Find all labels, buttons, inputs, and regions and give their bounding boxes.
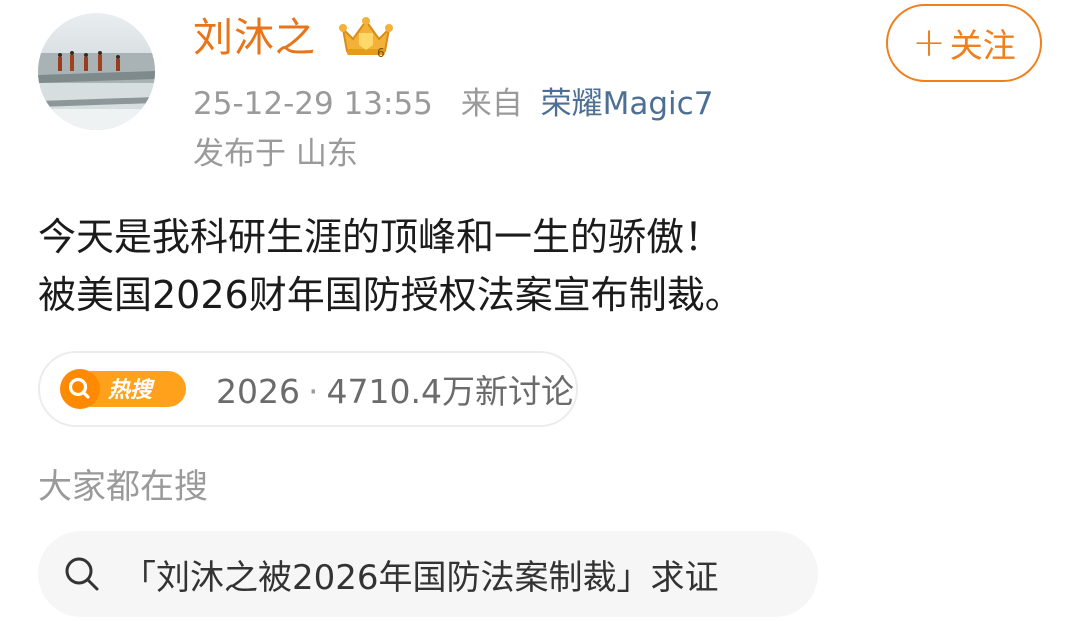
hot-search-discussion: 4710.4万新讨论 (326, 372, 574, 411)
hot-search-badge-label: 热搜 (107, 378, 155, 403)
related-search-text: 「刘沐之被2026年国防法案制裁」求证 (122, 557, 719, 598)
author-name[interactable]: 刘沐之 (193, 10, 316, 66)
post-text-line: 今天是我科研生涯的顶峰和一生的骄傲！ (38, 215, 723, 259)
from-label: 来自 (460, 86, 523, 122)
post-meta: 25-12-29 13:55 来自 荣耀Magic7 (193, 82, 713, 126)
related-search-item[interactable]: 「刘沐之被2026年国防法案制裁」求证 (38, 531, 818, 617)
plus-icon: + (912, 20, 946, 66)
post-date: 25-12-29 13:55 (193, 86, 433, 122)
post-text-line: 被美国2026财年国防授权法案宣布制裁。 (38, 273, 743, 317)
badge-level-text: 6 (377, 46, 385, 60)
hot-search-text: 2026 · 4710.4万新讨论 (216, 365, 574, 413)
follow-label: 关注 (949, 26, 1016, 65)
device-link[interactable]: 荣耀Magic7 (541, 86, 714, 122)
search-icon (65, 557, 99, 591)
post-text: 今天是我科研生涯的顶峰和一生的骄傲！ 被美国2026财年国防授权法案宣布制裁。 (38, 208, 1038, 324)
weibo-post: 刘沐之 6 25-12-29 13:55 来自 荣耀Magic7 发布于 山东 … (0, 0, 1080, 630)
hot-search-separator: · (307, 372, 319, 411)
related-search-label: 大家都在搜 (38, 467, 208, 507)
avatar[interactable] (38, 13, 155, 130)
follow-button[interactable]: + 关注 (886, 4, 1042, 82)
hot-search-pill[interactable]: 热搜 2026 · 4710.4万新讨论 (38, 351, 578, 427)
post-location: 发布于 山东 (193, 136, 358, 172)
crown-badge-icon: 6 (337, 15, 395, 61)
hot-search-badge: 热搜 (56, 367, 208, 411)
hot-search-topic: 2026 (216, 372, 300, 411)
